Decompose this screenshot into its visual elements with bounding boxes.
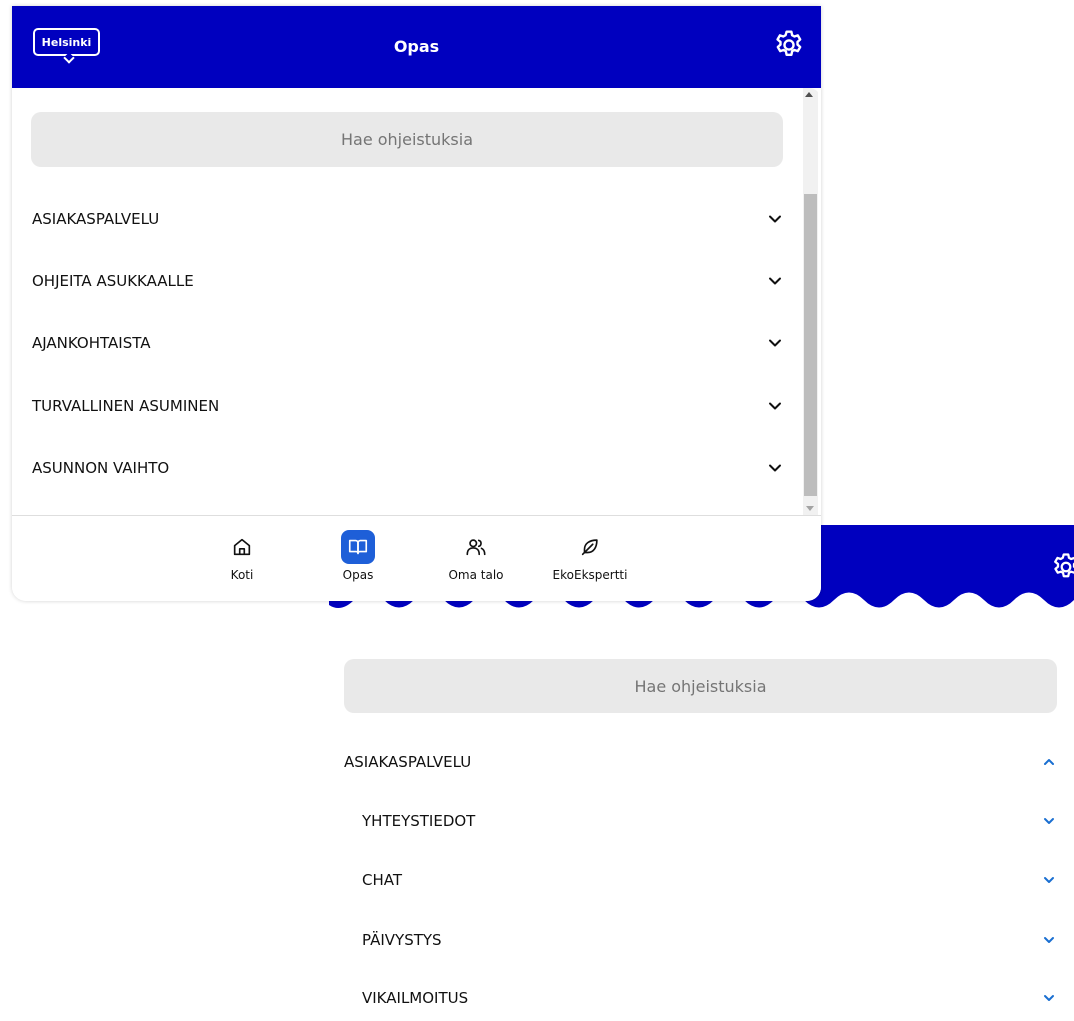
chevron-down-icon [769, 339, 781, 347]
nav-item-opas[interactable]: Opas [308, 530, 408, 582]
chevron-down-icon [1044, 877, 1054, 883]
chevron-down-icon [1044, 937, 1054, 943]
accordion-subitem-vikailmoitus[interactable]: VIKAILMOITUS [362, 983, 1056, 1013]
home-icon [225, 530, 259, 564]
accordion-item-ohjeita-asukkaalle[interactable]: OHJEITA ASUKKAALLE [32, 266, 782, 296]
nav-label: Koti [230, 568, 254, 582]
scrollbar[interactable] [803, 88, 818, 515]
nav-item-ekoekspertti[interactable]: EkoEkspertti [540, 530, 640, 582]
settings-gear-icon[interactable] [772, 28, 806, 62]
accordion-label: ASIAKASPALVELU [32, 210, 160, 228]
accordion-item-turvallinen-asuminen[interactable]: TURVALLINEN ASUMINEN [32, 391, 782, 421]
scroll-down-arrow-icon[interactable] [806, 506, 814, 511]
chevron-down-icon [769, 215, 781, 223]
nav-label: EkoEkspertti [552, 568, 628, 582]
accordion-label: PÄIVYSTYS [362, 931, 442, 949]
scroll-up-arrow-icon[interactable] [805, 92, 813, 97]
accordion-label: CHAT [362, 871, 403, 889]
users-icon [459, 530, 493, 564]
nav-item-oma-talo[interactable]: Oma talo [426, 530, 526, 582]
accordion-item-asunnon-vaihto[interactable]: ASUNNON VAIHTO [32, 453, 782, 483]
nav-item-koti[interactable]: Koti [192, 530, 292, 582]
accordion-item-asiakaspalvelu-expanded[interactable]: ASIAKASPALVELU [344, 747, 1056, 777]
accordion-item-asiakaspalvelu[interactable]: ASIAKASPALVELU [32, 204, 782, 234]
page-title: Opas [393, 37, 440, 56]
settings-gear-icon[interactable] [1050, 551, 1074, 583]
accordion-label: ASIAKASPALVELU [344, 753, 472, 771]
accordion-label: TURVALLINEN ASUMINEN [32, 397, 220, 415]
chevron-up-icon [1044, 759, 1054, 765]
chevron-down-icon [769, 402, 781, 410]
content-panel: ASIAKASPALVELU OHJEITA ASUKKAALLE AJANKO… [12, 88, 821, 515]
accordion-label: VIKAILMOITUS [362, 989, 469, 1007]
accordion-subitem-chat[interactable]: CHAT [362, 865, 1056, 895]
chevron-down-icon [769, 464, 781, 472]
accordion-item-ajankohtaista[interactable]: AJANKOHTAISTA [32, 328, 782, 358]
header-bar: Helsinki Opas [12, 6, 821, 88]
book-icon [341, 530, 375, 564]
accordion-label: YHTEYSTIEDOT [362, 812, 476, 830]
nav-label: Opas [342, 568, 374, 582]
search-input[interactable] [344, 659, 1057, 713]
chevron-down-icon [1044, 995, 1054, 1001]
chevron-down-icon [769, 277, 781, 285]
accordion-label: ASUNNON VAIHTO [32, 459, 170, 477]
bottom-navigation: Koti Opas Oma talo EkoEkspertti [12, 515, 821, 601]
accordion-label: AJANKOHTAISTA [32, 334, 151, 352]
search-input[interactable] [31, 112, 783, 167]
accordion-subitem-paivystys[interactable]: PÄIVYSTYS [362, 925, 1056, 955]
scrollbar-thumb[interactable] [804, 194, 817, 496]
app-window-opas: Helsinki Opas ASIAKASPALVELU OHJEITA ASU… [12, 6, 821, 601]
accordion-subitem-yhteystiedot[interactable]: YHTEYSTIEDOT [362, 806, 1056, 836]
accordion-label: OHJEITA ASUKKAALLE [32, 272, 194, 290]
nav-label: Oma talo [448, 568, 504, 582]
chevron-down-icon [1044, 818, 1054, 824]
leaf-icon [573, 530, 607, 564]
